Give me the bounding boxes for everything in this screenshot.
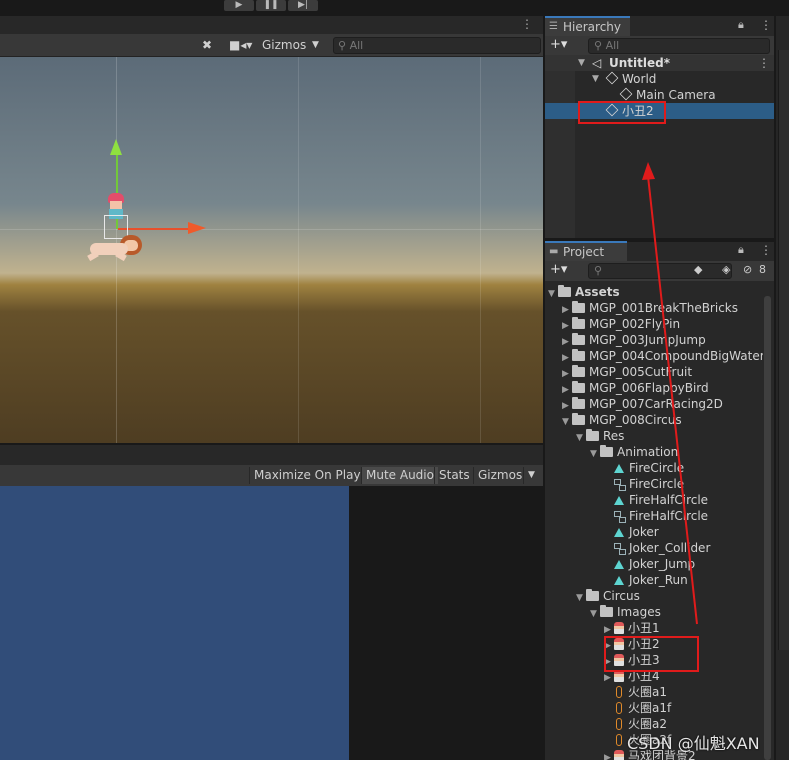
- watermark-text: CSDN @仙魁XAN: [627, 734, 760, 753]
- annotation-arrow: [642, 162, 698, 625]
